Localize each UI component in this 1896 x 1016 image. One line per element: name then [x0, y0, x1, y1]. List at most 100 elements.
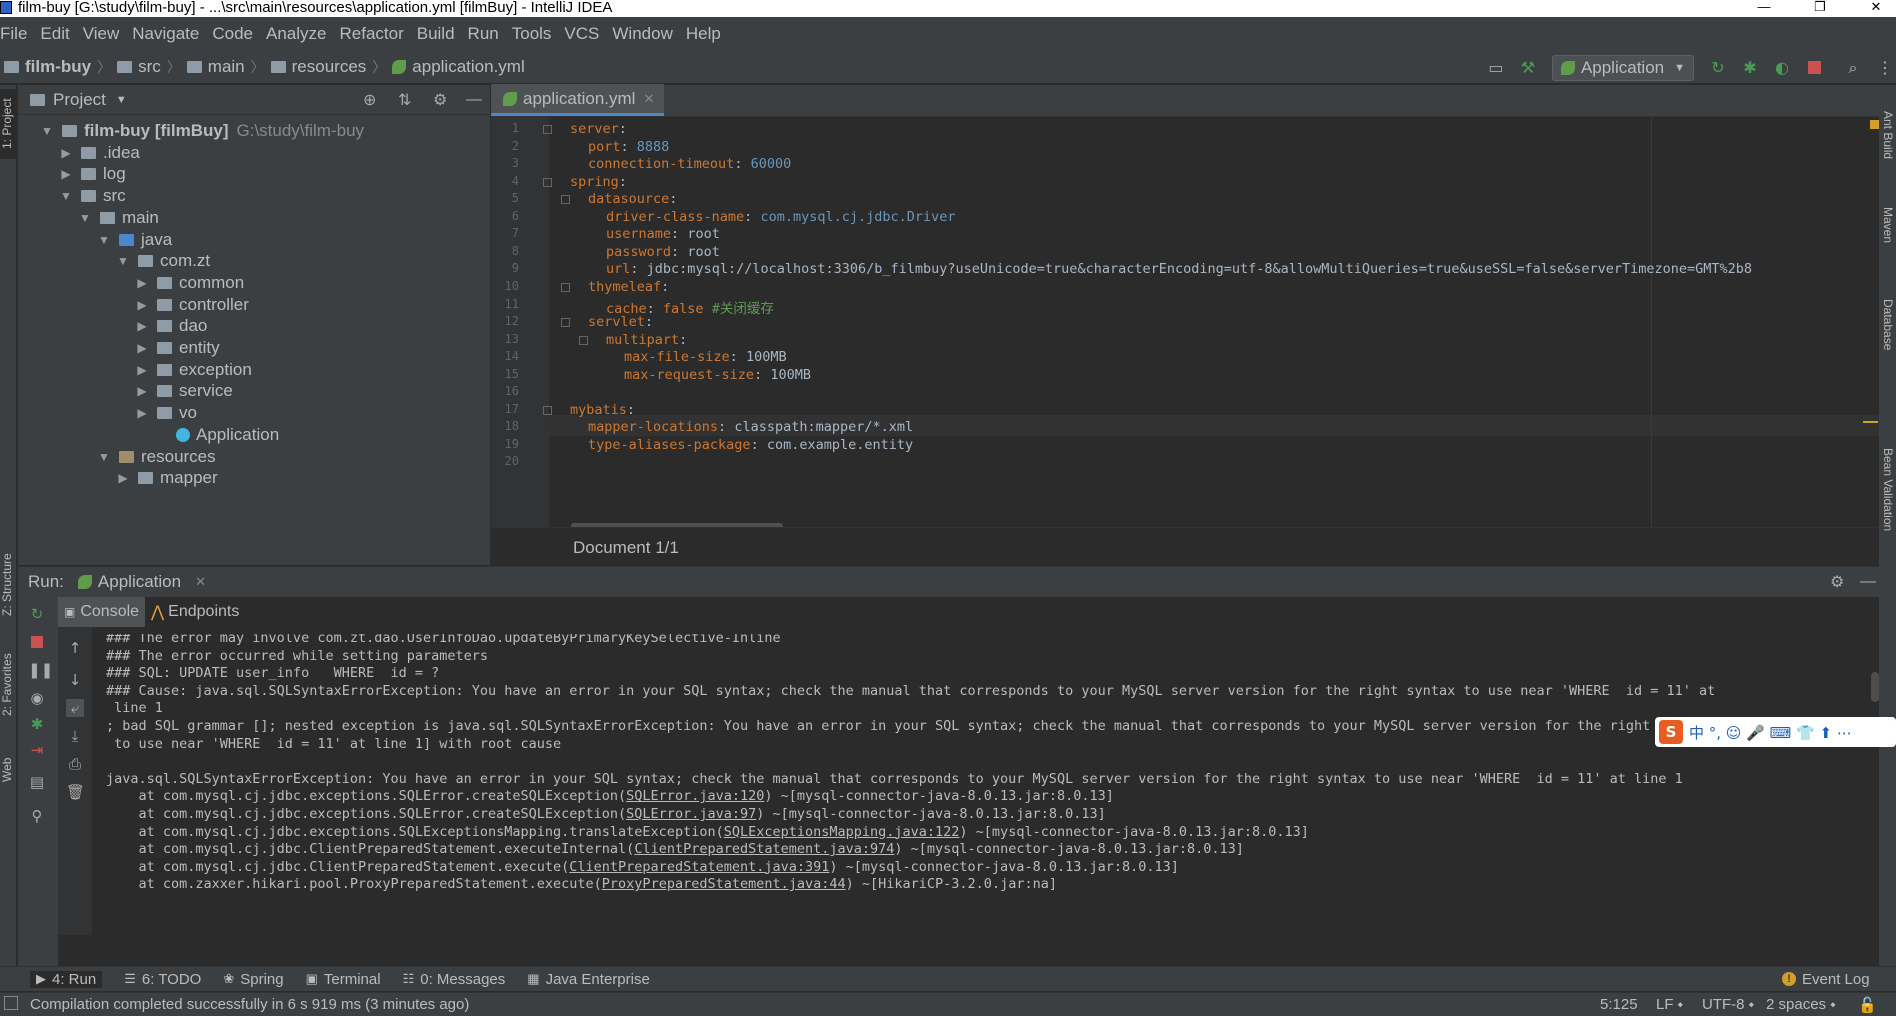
- event-log-button[interactable]: ! Event Log: [1782, 971, 1870, 988]
- soft-wrap-icon[interactable]: ⤶: [66, 699, 84, 717]
- tool-tab-bean-validation[interactable]: Bean Validation: [1880, 425, 1895, 555]
- tool-window-4-run[interactable]: ▶ 4: Run: [30, 970, 103, 988]
- collapsed-arrow-icon[interactable]: ▶: [135, 406, 149, 420]
- locate-icon[interactable]: ⊕: [363, 90, 376, 110]
- fold-marker-icon[interactable]: [543, 125, 552, 134]
- tool-tab-structure[interactable]: Z: Structure: [0, 545, 17, 625]
- caret-position[interactable]: 5:125: [1600, 996, 1638, 1013]
- console-output[interactable]: ### The error may involve com.zt.dao.Use…: [92, 634, 1882, 934]
- collapsed-arrow-icon[interactable]: ▶: [135, 276, 149, 290]
- menu-help[interactable]: Help: [686, 24, 721, 44]
- run-configuration-select[interactable]: Application ▼: [1551, 54, 1694, 81]
- fold-marker-icon[interactable]: [561, 195, 570, 205]
- search-everywhere-icon[interactable]: ⌕: [1842, 57, 1864, 79]
- rerun-icon[interactable]: ↻: [28, 605, 46, 623]
- menu-tools[interactable]: Tools: [512, 24, 552, 44]
- collapsed-arrow-icon[interactable]: ▶: [135, 319, 149, 333]
- debug-bug-icon[interactable]: ✱: [28, 715, 46, 733]
- collapsed-arrow-icon[interactable]: ▶: [59, 167, 73, 181]
- breadcrumb-main[interactable]: main: [208, 57, 245, 77]
- warning-marker-icon[interactable]: [1870, 120, 1879, 129]
- source-link[interactable]: ProxyPreparedStatement.java:44: [602, 876, 846, 892]
- stop-icon[interactable]: [1803, 57, 1825, 79]
- tool-tab-maven[interactable]: Maven: [1880, 195, 1895, 255]
- menu-file[interactable]: File: [0, 24, 27, 44]
- camera-icon[interactable]: ◉: [28, 689, 46, 707]
- fold-marker-icon[interactable]: [543, 405, 552, 415]
- tab-endpoints[interactable]: ⋀ Endpoints: [145, 597, 245, 627]
- menu-build[interactable]: Build: [417, 24, 455, 44]
- menu-navigate[interactable]: Navigate: [132, 24, 199, 44]
- collapsed-arrow-icon[interactable]: ▶: [59, 146, 73, 160]
- expanded-arrow-icon[interactable]: ▼: [97, 450, 111, 464]
- close-icon[interactable]: ✕: [643, 91, 654, 107]
- expanded-arrow-icon[interactable]: ▼: [116, 254, 130, 268]
- error-stripe-marker[interactable]: [1863, 421, 1878, 423]
- menu-code[interactable]: Code: [212, 24, 253, 44]
- source-link[interactable]: ClientPreparedStatement.java:391: [569, 859, 829, 875]
- more-icon[interactable]: ⋮: [1874, 57, 1896, 79]
- menu-run[interactable]: Run: [468, 24, 499, 44]
- collapsed-arrow-icon[interactable]: ▶: [135, 384, 149, 398]
- source-link[interactable]: ClientPreparedStatement.java:974: [634, 841, 894, 857]
- collapsed-arrow-icon[interactable]: ▶: [135, 363, 149, 377]
- document-status[interactable]: Document 1/1: [573, 538, 679, 558]
- menu-refactor[interactable]: Refactor: [339, 24, 403, 44]
- tool-window-0-messages[interactable]: ☷ 0: Messages: [403, 971, 506, 988]
- tool-tab-web[interactable]: Web: [0, 750, 17, 790]
- rerun-icon[interactable]: ↻: [1707, 57, 1729, 79]
- pin-icon[interactable]: ⚲: [28, 807, 46, 825]
- scroll-to-end-icon[interactable]: ⤓: [66, 727, 84, 745]
- gear-icon[interactable]: ⚙: [433, 90, 447, 110]
- collapse-all-icon[interactable]: ⇅: [398, 90, 411, 110]
- status-toggle-icon[interactable]: [4, 996, 18, 1010]
- file-encoding[interactable]: UTF-8 ⬩: [1702, 996, 1754, 1013]
- menu-edit[interactable]: Edit: [40, 24, 69, 44]
- minimize-button[interactable]: —: [1754, 0, 1774, 16]
- tool-tab-database[interactable]: Database: [1880, 285, 1895, 365]
- close-window-button[interactable]: ✕: [1866, 0, 1886, 16]
- expanded-arrow-icon[interactable]: ▼: [59, 189, 73, 203]
- fold-marker-icon[interactable]: [579, 335, 588, 345]
- line-separator[interactable]: LF ⬩: [1656, 996, 1683, 1013]
- tab-console[interactable]: ▣ Console: [58, 597, 146, 627]
- build-hammer-icon[interactable]: ⚒: [1517, 57, 1539, 79]
- tool-tab-ant[interactable]: Ant Build: [1880, 95, 1895, 175]
- stop-icon[interactable]: [28, 633, 46, 651]
- ime-buttons[interactable]: 中 °, ☺ 🎤 ⌨ 👕 ⬆ ⋯: [1689, 722, 1852, 743]
- tool-window-java-enterprise[interactable]: ▦ Java Enterprise: [527, 971, 650, 988]
- tool-tab-favorites[interactable]: 2: Favorites: [0, 645, 17, 725]
- source-link[interactable]: SQLError.java:97: [626, 806, 756, 822]
- status-message[interactable]: Compilation completed successfully in 6 …: [30, 996, 469, 1013]
- tool-tab-project[interactable]: 1: Project: [0, 89, 17, 159]
- indent-setting[interactable]: 2 spaces ⬩: [1766, 996, 1836, 1013]
- tool-window-terminal[interactable]: ▣ Terminal: [306, 971, 381, 988]
- collapsed-arrow-icon[interactable]: ▶: [135, 298, 149, 312]
- pause-icon[interactable]: ❚❚: [28, 661, 53, 679]
- source-link[interactable]: SQLExceptionsMapping.java:122: [724, 824, 960, 840]
- tab-application-yml[interactable]: application.yml ✕: [491, 84, 665, 116]
- breadcrumb-project[interactable]: film-buy: [25, 57, 91, 77]
- tree-item-mapper[interactable]: ▶ mapper: [116, 465, 217, 491]
- project-panel-title[interactable]: Project: [53, 90, 106, 110]
- tool-window-spring[interactable]: ❀ Spring: [223, 971, 283, 988]
- trash-icon[interactable]: 🗑: [66, 783, 85, 801]
- breadcrumb-file[interactable]: application.yml: [412, 57, 524, 77]
- restore-button[interactable]: ❐: [1810, 0, 1830, 16]
- print-icon[interactable]: ⎙: [66, 755, 84, 773]
- menu-view[interactable]: View: [83, 24, 120, 44]
- arrow-up-icon[interactable]: ↑: [66, 639, 84, 657]
- breadcrumb-src[interactable]: src: [138, 57, 161, 77]
- expanded-arrow-icon[interactable]: ▼: [97, 233, 111, 247]
- chevron-down-icon[interactable]: ▼: [116, 94, 127, 106]
- debug-bug-icon[interactable]: ✱: [1739, 57, 1761, 79]
- collapsed-arrow-icon[interactable]: ▶: [116, 471, 130, 485]
- breadcrumb-resources[interactable]: resources: [292, 57, 367, 77]
- coverage-icon[interactable]: ◐: [1771, 57, 1793, 79]
- expanded-arrow-icon[interactable]: ▼: [40, 124, 54, 138]
- terminal-icon[interactable]: ▭: [1485, 57, 1507, 79]
- code-editor[interactable]: 1 server: 2 port: 8888 3 connection-timeout: …: [491, 117, 1879, 527]
- close-icon[interactable]: ✕: [195, 574, 206, 590]
- menu-window[interactable]: Window: [612, 24, 672, 44]
- source-link[interactable]: SQLError.java:120: [626, 788, 764, 804]
